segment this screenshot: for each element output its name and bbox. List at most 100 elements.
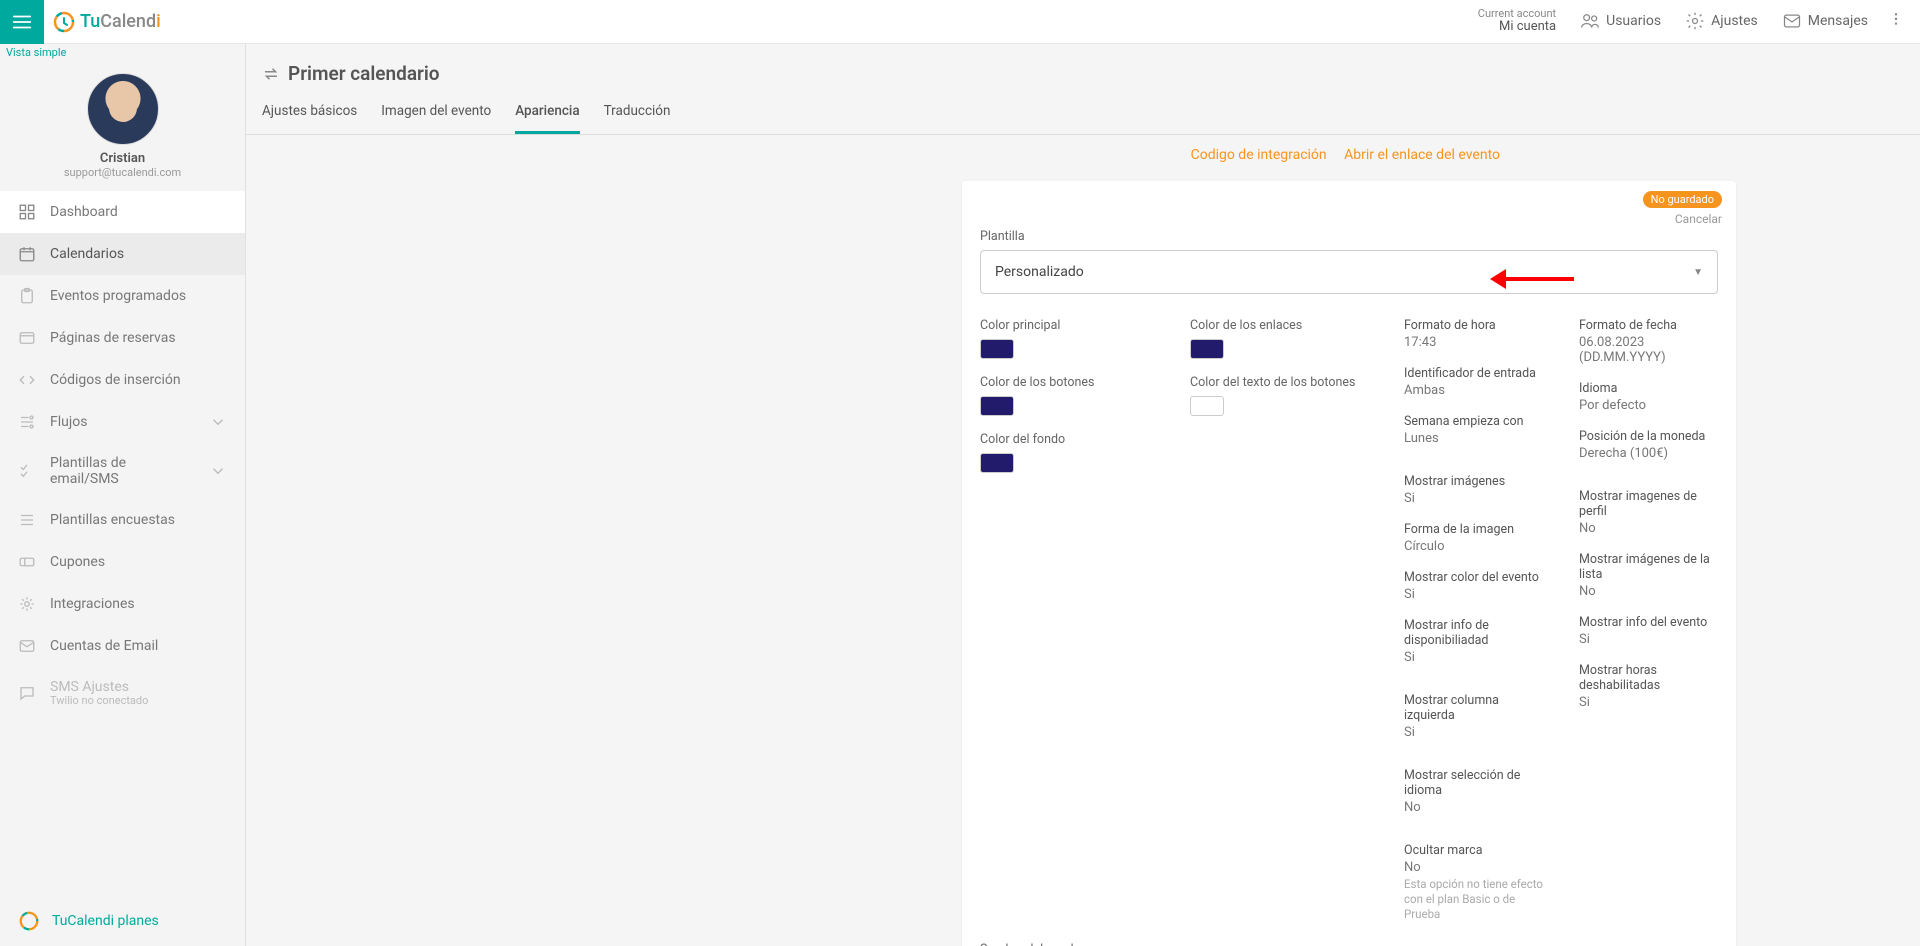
- nav-dashboard[interactable]: Dashboard: [0, 191, 245, 233]
- settings-link[interactable]: Ajustes: [1673, 11, 1770, 31]
- color-texto-botones-label: Color del texto de los botones: [1190, 375, 1370, 390]
- topbar-right: Current account Mi cuenta Usuarios Ajust…: [1466, 8, 1920, 34]
- mostrar-seleccion-idioma[interactable]: Mostrar selección de idiomaNo: [1404, 768, 1543, 815]
- account-switcher[interactable]: Current account Mi cuenta: [1466, 8, 1568, 34]
- ocultar-marca[interactable]: Ocultar marcaNoEsta opción no tiene efec…: [1404, 843, 1543, 922]
- plantilla-value: Personalizado: [995, 264, 1084, 280]
- clipboard-icon: [18, 287, 36, 305]
- sidebar: Vista simple Cristian support@tucalendi.…: [0, 44, 246, 946]
- unsaved-badge: No guardado: [1643, 191, 1722, 208]
- color-enlaces-label: Color de los enlaces: [1190, 318, 1370, 333]
- abrir-enlace-link[interactable]: Abrir el enlace del evento: [1344, 147, 1500, 163]
- mostrar-horas-deshabilitadas[interactable]: Mostrar horas deshabilitadasSi: [1579, 663, 1718, 710]
- profile-email: support@tucalendi.com: [0, 166, 245, 179]
- dashboard-icon: [18, 203, 36, 221]
- settings-column-2: Formato de fecha06.08.2023 (DD.MM.YYYY) …: [1579, 318, 1718, 938]
- nav-plantillas-email[interactable]: Plantillas de email/SMS: [0, 443, 245, 499]
- settings-column-1: Formato de hora17:43 Identificador de en…: [1404, 318, 1543, 938]
- gear-icon: [1685, 11, 1705, 31]
- posicion-moneda[interactable]: Posición de la monedaDerecha (100€): [1579, 429, 1718, 461]
- color-texto-botones-swatch[interactable]: [1190, 396, 1224, 416]
- caret-down-icon: ▼: [1693, 267, 1703, 278]
- chevron-down-icon: [209, 462, 227, 480]
- check-list-icon: [18, 462, 36, 480]
- survey-icon: [18, 511, 36, 529]
- nav-cuentas-email[interactable]: Cuentas de Email: [0, 625, 245, 667]
- color-enlaces-swatch[interactable]: [1190, 339, 1224, 359]
- nav-codigos[interactable]: Códigos de inserción: [0, 359, 245, 401]
- forma-imagen[interactable]: Forma de la imagenCírculo: [1404, 522, 1543, 554]
- ticket-icon: [18, 553, 36, 571]
- tab-traduccion[interactable]: Traducción: [604, 103, 671, 134]
- chevron-down-icon: [209, 413, 227, 431]
- window-icon: [18, 329, 36, 347]
- color-botones-swatch[interactable]: [980, 396, 1014, 416]
- semana-empieza[interactable]: Semana empieza conLunes: [1404, 414, 1543, 446]
- color-fondo-swatch[interactable]: [980, 453, 1014, 473]
- top-actions: Codigo de integración Abrir el enlace de…: [246, 135, 1920, 181]
- nav-cupones[interactable]: Cupones: [0, 541, 245, 583]
- tabs: Ajustes básicos Imagen del evento Aparie…: [246, 85, 1920, 135]
- color-principal-swatch[interactable]: [980, 339, 1014, 359]
- identificador-entrada[interactable]: Identificador de entradaAmbas: [1404, 366, 1543, 398]
- main: Primer calendario Ajustes básicos Imagen…: [246, 44, 1920, 946]
- menu-toggle[interactable]: [0, 0, 44, 44]
- nav-plantillas-encuestas[interactable]: Plantillas encuestas: [0, 499, 245, 541]
- mostrar-imagenes-perfil[interactable]: Mostrar imagenes de perfilNo: [1579, 489, 1718, 536]
- color-column-a: Color principal Color de los botones Col…: [980, 318, 1160, 938]
- messages-link[interactable]: Mensajes: [1770, 11, 1880, 31]
- tab-imagen[interactable]: Imagen del evento: [381, 103, 491, 134]
- nav-eventos[interactable]: Eventos programados: [0, 275, 245, 317]
- mostrar-col-izquierda[interactable]: Mostrar columna izquierdaSi: [1404, 693, 1543, 740]
- mostrar-imagenes-lista[interactable]: Mostrar imágenes de la listaNo: [1579, 552, 1718, 599]
- nav: Dashboard Calendarios Eventos programado…: [0, 191, 245, 718]
- card-top-badges: No guardado Cancelar: [1643, 191, 1722, 226]
- idioma[interactable]: IdiomaPor defecto: [1579, 381, 1718, 413]
- mostrar-info-evento[interactable]: Mostrar info del eventoSi: [1579, 615, 1718, 647]
- swap-icon: [262, 65, 280, 83]
- mostrar-imagenes[interactable]: Mostrar imágenesSi: [1404, 474, 1543, 506]
- logo-icon: [52, 10, 76, 34]
- formato-fecha[interactable]: Formato de fecha06.08.2023 (DD.MM.YYYY): [1579, 318, 1718, 365]
- nav-paginas[interactable]: Páginas de reservas: [0, 317, 245, 359]
- profile-name: Cristian: [0, 151, 245, 166]
- logo-text: TuCalendi: [80, 11, 161, 32]
- mail-icon: [18, 637, 36, 655]
- tab-basicos[interactable]: Ajustes básicos: [262, 103, 357, 134]
- mail-icon: [1782, 11, 1802, 31]
- color-fondo-label: Color del fondo: [980, 432, 1160, 447]
- vista-simple-link[interactable]: Vista simple: [0, 44, 245, 61]
- tab-apariencia[interactable]: Apariencia: [515, 103, 579, 134]
- nav-flujos[interactable]: Flujos: [0, 401, 245, 443]
- mostrar-disponibilidad[interactable]: Mostrar info de disponibiliadadSi: [1404, 618, 1543, 665]
- color-botones-label: Color de los botones: [980, 375, 1160, 390]
- logo[interactable]: TuCalendi: [44, 10, 169, 34]
- account-value: Mi cuenta: [1478, 20, 1556, 34]
- logo-icon: [18, 910, 40, 932]
- sidebar-footer[interactable]: TuCalendi planes: [0, 896, 245, 946]
- nav-calendarios[interactable]: Calendarios: [0, 233, 245, 275]
- plantilla-label: Plantilla: [962, 193, 1736, 250]
- color-principal-label: Color principal: [980, 318, 1160, 333]
- mostrar-color-evento[interactable]: Mostrar color del eventoSi: [1404, 570, 1543, 602]
- formato-hora[interactable]: Formato de hora17:43: [1404, 318, 1543, 350]
- plantilla-select[interactable]: Personalizado ▼: [980, 250, 1718, 294]
- color-column-b: Color de los enlaces Color del texto de …: [1190, 318, 1370, 938]
- gear-icon: [18, 595, 36, 613]
- more-menu[interactable]: [1880, 9, 1912, 33]
- appearance-card: No guardado Cancelar Plantilla Personali…: [962, 181, 1736, 946]
- calendar-icon: [18, 245, 36, 263]
- cancel-link[interactable]: Cancelar: [1643, 212, 1722, 226]
- hamburger-icon: [11, 11, 33, 33]
- code-icon: [18, 371, 36, 389]
- profile: Cristian support@tucalendi.com: [0, 61, 245, 187]
- chat-icon: [18, 684, 36, 702]
- page-header: Primer calendario: [246, 44, 1920, 85]
- nav-sms[interactable]: SMS Ajustes Twilio no conectado: [0, 667, 245, 718]
- sombra-label: Sombra del cuadro: [980, 942, 1352, 946]
- users-link[interactable]: Usuarios: [1568, 11, 1673, 31]
- avatar[interactable]: [87, 73, 159, 145]
- codigo-integracion-link[interactable]: Codigo de integración: [1191, 147, 1327, 163]
- nav-integraciones[interactable]: Integraciones: [0, 583, 245, 625]
- page-title: Primer calendario: [262, 62, 1904, 85]
